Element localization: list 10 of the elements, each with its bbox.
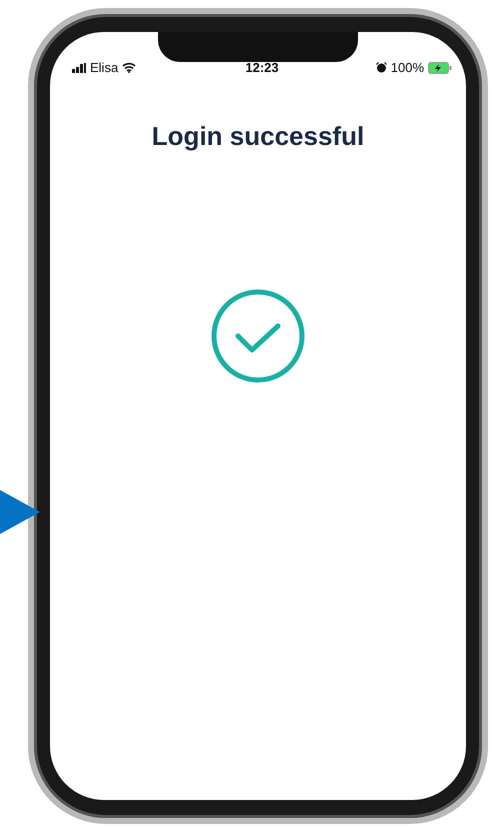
battery-charging-icon [428,62,452,74]
battery-percentage: 100% [390,60,424,75]
signal-icon [72,62,86,72]
pointer-arrow-icon [0,490,40,534]
carrier-name: Elisa [90,60,118,75]
wifi-icon [122,62,136,73]
page-title: Login successful [152,121,364,152]
status-time: 12:23 [245,60,279,75]
alarm-clock-icon [376,62,387,73]
success-check-icon [210,288,306,384]
